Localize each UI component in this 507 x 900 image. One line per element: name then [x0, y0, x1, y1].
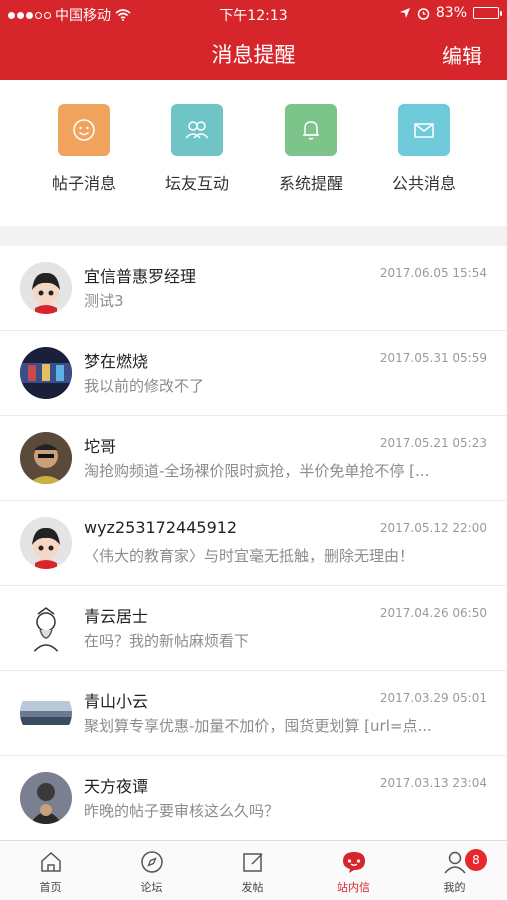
sender-name: wyz253172445912 — [84, 518, 238, 537]
message-preview: 昨晚的帖子要审核这么久吗？ — [84, 802, 280, 820]
message-item[interactable]: 坨哥 2017.05.21 05:23 淘抢购频道-全场裸价限时疯抢，半价免单抢… — [0, 416, 507, 501]
tab-label: 首页 — [39, 881, 62, 894]
sender-name: 青云居士 — [84, 607, 149, 626]
sender-name: 天方夜谭 — [84, 777, 149, 796]
users-icon — [171, 104, 223, 156]
message-preview: 测试3 — [84, 292, 124, 310]
tab-bar: 首页 论坛 发帖 站内信 我的 8 — [0, 840, 507, 900]
avatar — [20, 687, 72, 739]
bell-icon — [285, 104, 337, 156]
header: 中国移动 下午12:13 83% 消息提醒 编辑 — [0, 0, 507, 80]
message-time: 2017.06.05 15:54 — [379, 266, 487, 280]
category-public-messages[interactable]: 公共消息 — [369, 104, 479, 194]
message-time: 2017.03.13 23:04 — [379, 776, 487, 790]
avatar — [20, 432, 72, 484]
status-bar: 中国移动 下午12:13 83% — [0, 0, 507, 26]
message-preview: 聚划算专享优惠-加量不加价，囤货更划算 [url=点... — [84, 717, 432, 735]
tab-label: 站内信 — [337, 881, 370, 894]
message-item[interactable]: wyz253172445912 2017.05.12 22:00 〈伟大的教育家… — [0, 501, 507, 586]
message-time: 2017.04.26 06:50 — [379, 606, 487, 620]
compose-icon — [242, 853, 263, 872]
category-row: 帖子消息 坛友互动 系统提醒 公共消息 — [0, 80, 507, 226]
message-item[interactable]: 宜信普惠罗经理 2017.06.05 15:54 测试3 — [0, 246, 507, 331]
mail-icon — [398, 104, 450, 156]
notification-badge: 8 — [465, 849, 487, 871]
message-list: 宜信普惠罗经理 2017.06.05 15:54 测试3 梦在燃烧 2017.0… — [0, 246, 507, 840]
category-label: 系统提醒 — [278, 174, 343, 193]
category-label: 公共消息 — [391, 174, 456, 193]
category-friend-interaction[interactable]: 坛友互动 — [142, 104, 252, 194]
home-icon — [40, 851, 61, 872]
message-item[interactable]: 天方夜谭 2017.03.13 23:04 昨晚的帖子要审核这么久吗？ — [0, 756, 507, 840]
tab-label: 发帖 — [241, 881, 264, 894]
compass-icon — [140, 851, 163, 873]
avatar — [20, 347, 72, 399]
chat-icon — [342, 852, 365, 873]
message-time: 2017.03.29 05:01 — [379, 691, 487, 705]
smiley-icon — [58, 104, 110, 156]
alarm-icon — [417, 7, 430, 20]
message-time: 2017.05.21 05:23 — [379, 436, 487, 450]
category-label: 帖子消息 — [51, 174, 116, 193]
avatar — [20, 772, 72, 824]
tab-label: 论坛 — [140, 881, 163, 894]
battery-icon — [473, 7, 502, 19]
avatar — [20, 602, 72, 654]
tab-label: 我的 — [443, 881, 466, 894]
message-preview: 淘抢购频道-全场裸价限时疯抢，半价免单抢不停 [... — [84, 462, 430, 480]
sender-name: 青山小云 — [84, 692, 149, 711]
avatar — [20, 517, 72, 569]
battery-percent: 83% — [435, 5, 467, 21]
sender-name: 坨哥 — [84, 437, 117, 456]
message-item[interactable]: 青山小云 2017.03.29 05:01 聚划算专享优惠-加量不加价，囤货更划… — [0, 671, 507, 756]
message-time: 2017.05.12 22:00 — [379, 521, 487, 535]
tab-me[interactable]: 我的 8 — [404, 841, 505, 900]
user-icon — [443, 851, 466, 874]
edit-button[interactable]: 编辑 — [442, 40, 482, 69]
message-preview: 在吗？我的新帖麻烦看下 — [84, 632, 250, 650]
section-divider — [0, 226, 507, 246]
tab-inbox[interactable]: 站内信 — [303, 841, 404, 900]
sender-name: 宜信普惠罗经理 — [84, 267, 197, 286]
tab-compose[interactable]: 发帖 — [202, 841, 303, 900]
message-item[interactable]: 梦在燃烧 2017.05.31 05:59 我以前的修改不了 — [0, 331, 507, 416]
category-post-messages[interactable]: 帖子消息 — [29, 104, 139, 194]
avatar — [20, 262, 72, 314]
category-label: 坛友互动 — [164, 174, 229, 193]
location-icon — [399, 8, 410, 18]
message-preview: 我以前的修改不了 — [84, 377, 205, 395]
message-item[interactable]: 青云居士 2017.04.26 06:50 在吗？我的新帖麻烦看下 — [0, 586, 507, 671]
tab-home[interactable]: 首页 — [0, 841, 101, 900]
message-time: 2017.05.31 05:59 — [379, 351, 487, 365]
page-title: 消息提醒 — [211, 43, 296, 67]
tab-forum[interactable]: 论坛 — [101, 841, 202, 900]
sender-name: 梦在燃烧 — [84, 352, 149, 371]
message-preview: 〈伟大的教育家〉与时宜毫无抵触，删除无理由！ — [84, 547, 415, 565]
nav-bar: 消息提醒 编辑 — [0, 30, 507, 74]
category-system-alerts[interactable]: 系统提醒 — [256, 104, 366, 194]
